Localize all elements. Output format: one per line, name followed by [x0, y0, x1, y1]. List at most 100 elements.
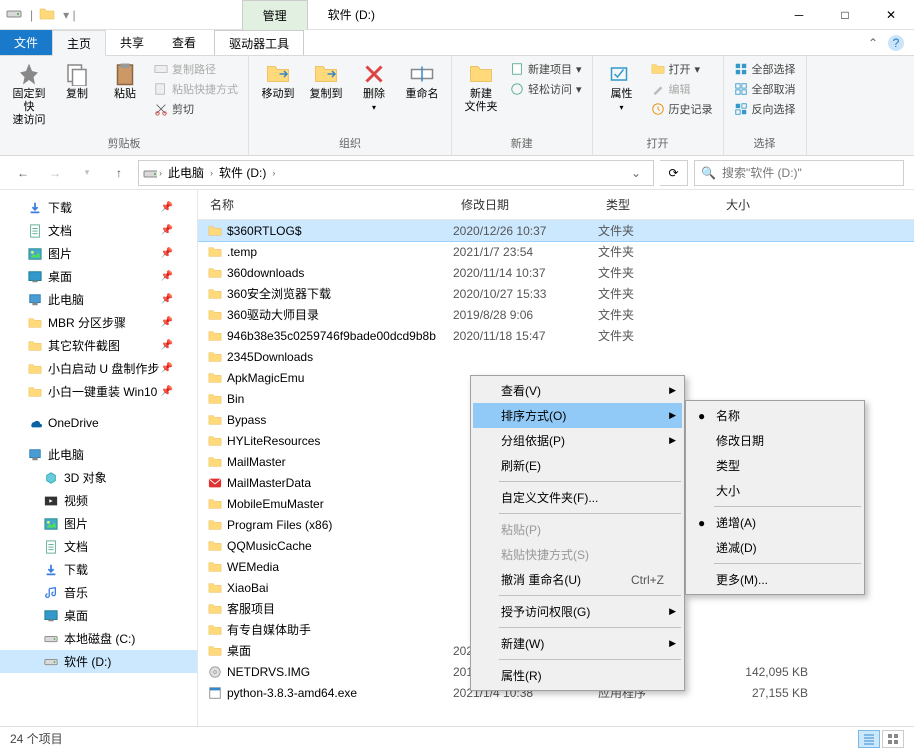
tree-item[interactable]: 音乐	[0, 581, 197, 604]
copy-to-button[interactable]: 复制到	[305, 60, 347, 101]
menu-item[interactable]: 排序方式(O) ▶	[473, 403, 682, 428]
menu-item[interactable]: 刷新(E)	[473, 453, 682, 478]
tree-item[interactable]: 视频	[0, 489, 197, 512]
open-button[interactable]: 打开 ▾	[649, 60, 715, 78]
help-button[interactable]: ?	[888, 35, 904, 51]
tab-file[interactable]: 文件	[0, 30, 52, 55]
close-button[interactable]: ✕	[868, 0, 914, 30]
tree-item[interactable]: MBR 分区步骤📌	[0, 311, 197, 334]
rename-button[interactable]: 重命名	[401, 60, 443, 101]
tree-item[interactable]: 文档📌	[0, 219, 197, 242]
file-row[interactable]: 2345Downloads	[198, 346, 914, 367]
menu-item[interactable]: 更多(M)...	[688, 567, 862, 592]
tree-item[interactable]: 图片	[0, 512, 197, 535]
file-row[interactable]: 360驱动大师目录 2019/8/28 9:06 文件夹	[198, 304, 914, 325]
delete-button[interactable]: 删除▾	[353, 60, 395, 113]
paste-shortcut-button[interactable]: 粘贴快捷方式	[152, 80, 240, 98]
file-row[interactable]: .temp 2021/1/7 23:54 文件夹	[198, 241, 914, 262]
thumbnails-view-button[interactable]	[882, 730, 904, 748]
pin-to-quick-access-button[interactable]: 固定到快 速访问	[8, 60, 50, 128]
copy-button[interactable]: 复制	[56, 60, 98, 101]
tree-item[interactable]: 图片📌	[0, 242, 197, 265]
folder-icon	[208, 266, 222, 280]
paste-button[interactable]: 粘贴	[104, 60, 146, 101]
tree-item[interactable]: 软件 (D:)	[0, 650, 197, 673]
file-row[interactable]: 946b38e35c0259746f9bade00dcd9b8b 2020/11…	[198, 325, 914, 346]
menu-item[interactable]: 类型	[688, 453, 862, 478]
tree-onedrive[interactable]: OneDrive	[0, 413, 197, 433]
tree-item[interactable]: 下载	[0, 558, 197, 581]
tab-view[interactable]: 查看	[158, 30, 210, 55]
sort-submenu[interactable]: ● 名称 修改日期 类型 大小 ● 递增(A) 递减(D)	[685, 400, 865, 595]
properties-button[interactable]: 属性▾	[601, 60, 643, 113]
menu-item[interactable]: 授予访问权限(G) ▶	[473, 599, 682, 624]
edit-button[interactable]: 编辑	[649, 80, 715, 98]
col-size[interactable]: 大小	[718, 190, 838, 219]
back-button[interactable]: ←	[10, 160, 36, 186]
forward-button[interactable]: →	[42, 160, 68, 186]
new-item-button[interactable]: 新建项目 ▾	[508, 60, 584, 78]
context-menu[interactable]: 查看(V) ▶ 排序方式(O) ▶ 分组依据(P) ▶ 刷新(E) 自定义文件夹…	[470, 375, 685, 691]
menu-item[interactable]: 属性(R)	[473, 663, 682, 688]
invert-selection-button[interactable]: 反向选择	[732, 100, 798, 118]
tab-home[interactable]: 主页	[52, 30, 106, 56]
address-dropdown[interactable]: ⌄	[623, 166, 649, 180]
menu-item[interactable]: 新建(W) ▶	[473, 631, 682, 656]
tree-item[interactable]: 小白启动 U 盘制作步📌	[0, 357, 197, 380]
tree-item[interactable]: 本地磁盘 (C:)	[0, 627, 197, 650]
tree-item[interactable]: 其它软件截图📌	[0, 334, 197, 357]
minimize-button[interactable]: ─	[776, 0, 822, 30]
cut-button[interactable]: 剪切	[152, 100, 240, 118]
breadcrumb-drive[interactable]: 软件 (D:)	[215, 164, 270, 181]
menu-item[interactable]: 查看(V) ▶	[473, 378, 682, 403]
search-box[interactable]: 🔍 搜索"软件 (D:)"	[694, 160, 904, 186]
col-type[interactable]: 类型	[598, 190, 718, 219]
collapse-ribbon-button[interactable]: ⌃	[868, 36, 878, 50]
menu-item[interactable]: ● 递增(A)	[688, 510, 862, 535]
select-all-button[interactable]: 全部选择	[732, 60, 798, 78]
copy-path-button[interactable]: 复制路径	[152, 60, 240, 78]
nav-tree[interactable]: 下载📌文档📌图片📌桌面📌此电脑📌MBR 分区步骤📌其它软件截图📌小白启动 U 盘…	[0, 190, 198, 750]
tree-this-pc[interactable]: 此电脑	[0, 443, 197, 466]
tab-share[interactable]: 共享	[106, 30, 158, 55]
tree-label: 小白启动 U 盘制作步	[48, 360, 159, 377]
move-to-button[interactable]: 移动到	[257, 60, 299, 101]
new-item-icon	[510, 62, 524, 76]
menu-item[interactable]: 撤消 重命名(U) Ctrl+Z	[473, 567, 682, 592]
menu-item[interactable]: 递减(D)	[688, 535, 862, 560]
up-button[interactable]: ↑	[106, 160, 132, 186]
menu-item[interactable]: 分组依据(P) ▶	[473, 428, 682, 453]
tree-item[interactable]: 下载📌	[0, 196, 197, 219]
properties-icon	[610, 62, 634, 86]
tree-label: 音乐	[64, 584, 88, 601]
tree-item[interactable]: 此电脑📌	[0, 288, 197, 311]
history-button[interactable]: 历史记录	[649, 100, 715, 118]
drive-icon	[44, 655, 58, 669]
tree-item[interactable]: 文档	[0, 535, 197, 558]
tree-item[interactable]: 桌面	[0, 604, 197, 627]
contextual-tab-manage[interactable]: 管理	[242, 0, 308, 30]
select-none-button[interactable]: 全部取消	[732, 80, 798, 98]
breadcrumb-this-pc[interactable]: 此电脑	[164, 164, 208, 181]
maximize-button[interactable]: □	[822, 0, 868, 30]
file-row[interactable]: 360downloads 2020/11/14 10:37 文件夹	[198, 262, 914, 283]
file-row[interactable]: 360安全浏览器下载 2020/10/27 15:33 文件夹	[198, 283, 914, 304]
col-date[interactable]: 修改日期	[453, 190, 598, 219]
easy-access-button[interactable]: 轻松访问 ▾	[508, 80, 584, 98]
tree-item[interactable]: 桌面📌	[0, 265, 197, 288]
menu-item[interactable]: 自定义文件夹(F)...	[473, 485, 682, 510]
tab-drive-tools[interactable]: 驱动器工具	[214, 30, 304, 55]
refresh-button[interactable]: ⟳	[660, 160, 688, 186]
file-row[interactable]: $360RTLOG$ 2020/12/26 10:37 文件夹	[198, 220, 914, 241]
new-folder-button[interactable]: 新建 文件夹	[460, 60, 502, 114]
menu-item[interactable]: 修改日期	[688, 428, 862, 453]
details-view-button[interactable]	[858, 730, 880, 748]
menu-item[interactable]: ● 名称	[688, 403, 862, 428]
group-select-label: 选择	[732, 133, 798, 151]
tree-item[interactable]: 小白一键重装 Win10📌	[0, 380, 197, 403]
breadcrumb-bar[interactable]: › 此电脑 › 软件 (D:) › ⌄	[138, 160, 654, 186]
menu-item[interactable]: 大小	[688, 478, 862, 503]
recent-button[interactable]: ▾	[74, 160, 100, 186]
col-name[interactable]: 名称	[198, 190, 453, 219]
tree-item[interactable]: 3D 对象	[0, 466, 197, 489]
